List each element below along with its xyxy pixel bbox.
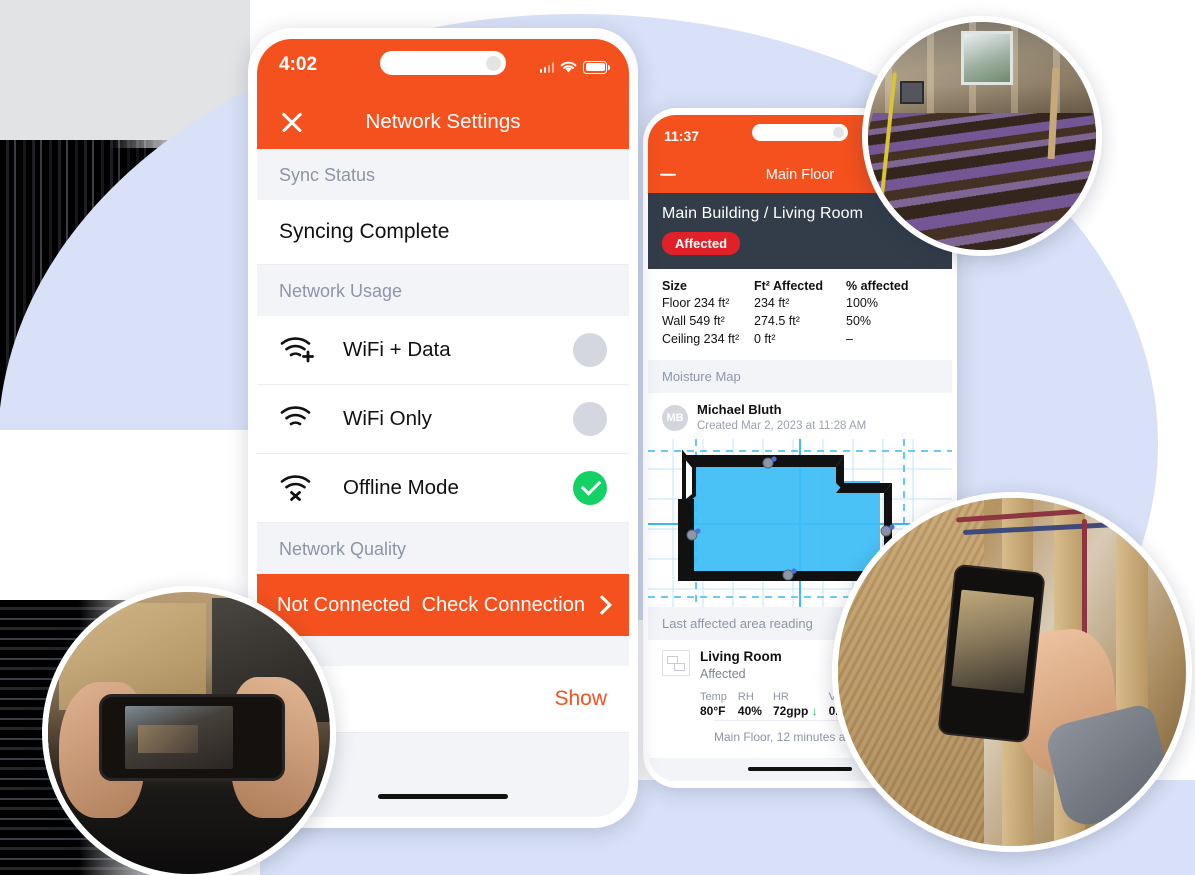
logs-show-button[interactable]: Show [554, 687, 607, 711]
metric-value: 80°F [700, 704, 726, 719]
metric-rh: RH 40% [738, 690, 762, 720]
wifi-off-icon [279, 473, 321, 503]
table-column-percent-affected: % affected 100% 50% – [846, 279, 938, 348]
metric-value: 40% [737, 704, 762, 719]
wifi-plus-icon [279, 335, 321, 365]
composite-scene: 11:37 Main Floor Main Building / Living … [0, 0, 1195, 875]
map-author-row: MB Michael Bluth Created Mar 2, 2023 at … [648, 393, 952, 440]
hand-phone-framed-wall-photo [832, 492, 1192, 852]
chevron-right-icon [592, 595, 612, 615]
check-connection-label: Check Connection [421, 593, 585, 616]
gutted-room-subfloor-photo [862, 16, 1102, 256]
table-cell: Wall 549 ft² [662, 313, 725, 328]
front-status-bar: 4:02 [257, 39, 629, 95]
close-icon[interactable] [279, 109, 305, 135]
avatar: MB [662, 404, 688, 431]
column-header: % affected [846, 279, 909, 293]
back-arrow-icon[interactable] [660, 173, 676, 177]
home-indicator [748, 766, 852, 771]
metric-temp: Temp 80°F [700, 690, 727, 720]
back-status-time: 11:37 [664, 128, 700, 144]
row-label: Syncing Complete [279, 220, 450, 243]
author-name: Michael Bluth [697, 402, 782, 418]
wifi-icon [560, 61, 577, 73]
metric-key: Temp [700, 690, 727, 703]
table-cell: Floor 234 ft² [662, 296, 730, 310]
page-title: Network Settings [365, 110, 521, 133]
status-time: 4:02 [279, 54, 318, 75]
home-indicator [378, 793, 508, 799]
section-header-sync-status: Sync Status [257, 149, 629, 200]
metric-hr: HR 72gpp ↓ [773, 690, 818, 720]
row-syncing-complete[interactable]: Syncing Complete [257, 200, 629, 265]
option-wifi-plus-data[interactable]: WiFi + Data [257, 316, 629, 385]
option-label: Offline Mode [343, 476, 459, 499]
status-badge: Affected [662, 232, 741, 255]
metric-key: HR [772, 690, 789, 703]
option-offline-mode[interactable]: Offline Mode [257, 454, 629, 523]
status-icons [539, 60, 610, 74]
table-cell: 234 ft² [754, 296, 790, 310]
table-cell: 0 ft² [754, 331, 776, 346]
table-cell: 274.5 ft² [754, 313, 800, 328]
battery-icon [583, 60, 610, 74]
table-cell: Ceiling 234 ft² [662, 331, 740, 346]
front-nav-bar: Network Settings [257, 95, 629, 149]
measurements-table: Size Floor 234 ft² Wall 549 ft² Ceiling … [648, 269, 952, 361]
metric-value: 72gpp ↓ [772, 704, 818, 719]
cellular-bars-icon [539, 61, 554, 73]
option-label: WiFi Only [343, 407, 432, 430]
room-thumbnail-icon [662, 650, 690, 677]
table-cell: 50% [846, 313, 872, 328]
author-info: Michael Bluth Created Mar 2, 2023 at 11:… [697, 402, 866, 433]
metric-key: RH [737, 690, 754, 703]
radio-indicator[interactable] [573, 333, 607, 367]
hands-holding-phone-photo [42, 586, 336, 875]
radio-indicator[interactable] [573, 402, 607, 436]
dynamic-island [380, 51, 506, 75]
table-cell: 100% [846, 296, 878, 310]
back-nav-title: Main Floor [765, 167, 835, 183]
table-cell: – [846, 331, 853, 346]
radio-indicator-selected[interactable] [573, 471, 607, 505]
wifi-icon [279, 404, 321, 434]
table-column-size: Size Floor 234 ft² Wall 549 ft² Ceiling … [662, 279, 754, 348]
option-label: WiFi + Data [343, 338, 451, 361]
section-header-network-usage: Network Usage [257, 265, 629, 316]
trend-down-icon: ↓ [811, 704, 818, 719]
dynamic-island [752, 124, 848, 141]
table-column-ft2-affected: Ft² Affected 234 ft² 274.5 ft² 0 ft² [754, 279, 846, 348]
option-wifi-only[interactable]: WiFi Only [257, 385, 629, 454]
author-created-date: Created Mar 2, 2023 at 11:28 AM [697, 419, 867, 432]
section-header-network-quality: Network Quality [257, 523, 629, 574]
column-header: Ft² Affected [754, 279, 823, 293]
section-header-moisture-map: Moisture Map [648, 360, 952, 394]
column-header: Size [662, 279, 688, 293]
check-connection-button[interactable]: Check Connection [421, 593, 612, 617]
